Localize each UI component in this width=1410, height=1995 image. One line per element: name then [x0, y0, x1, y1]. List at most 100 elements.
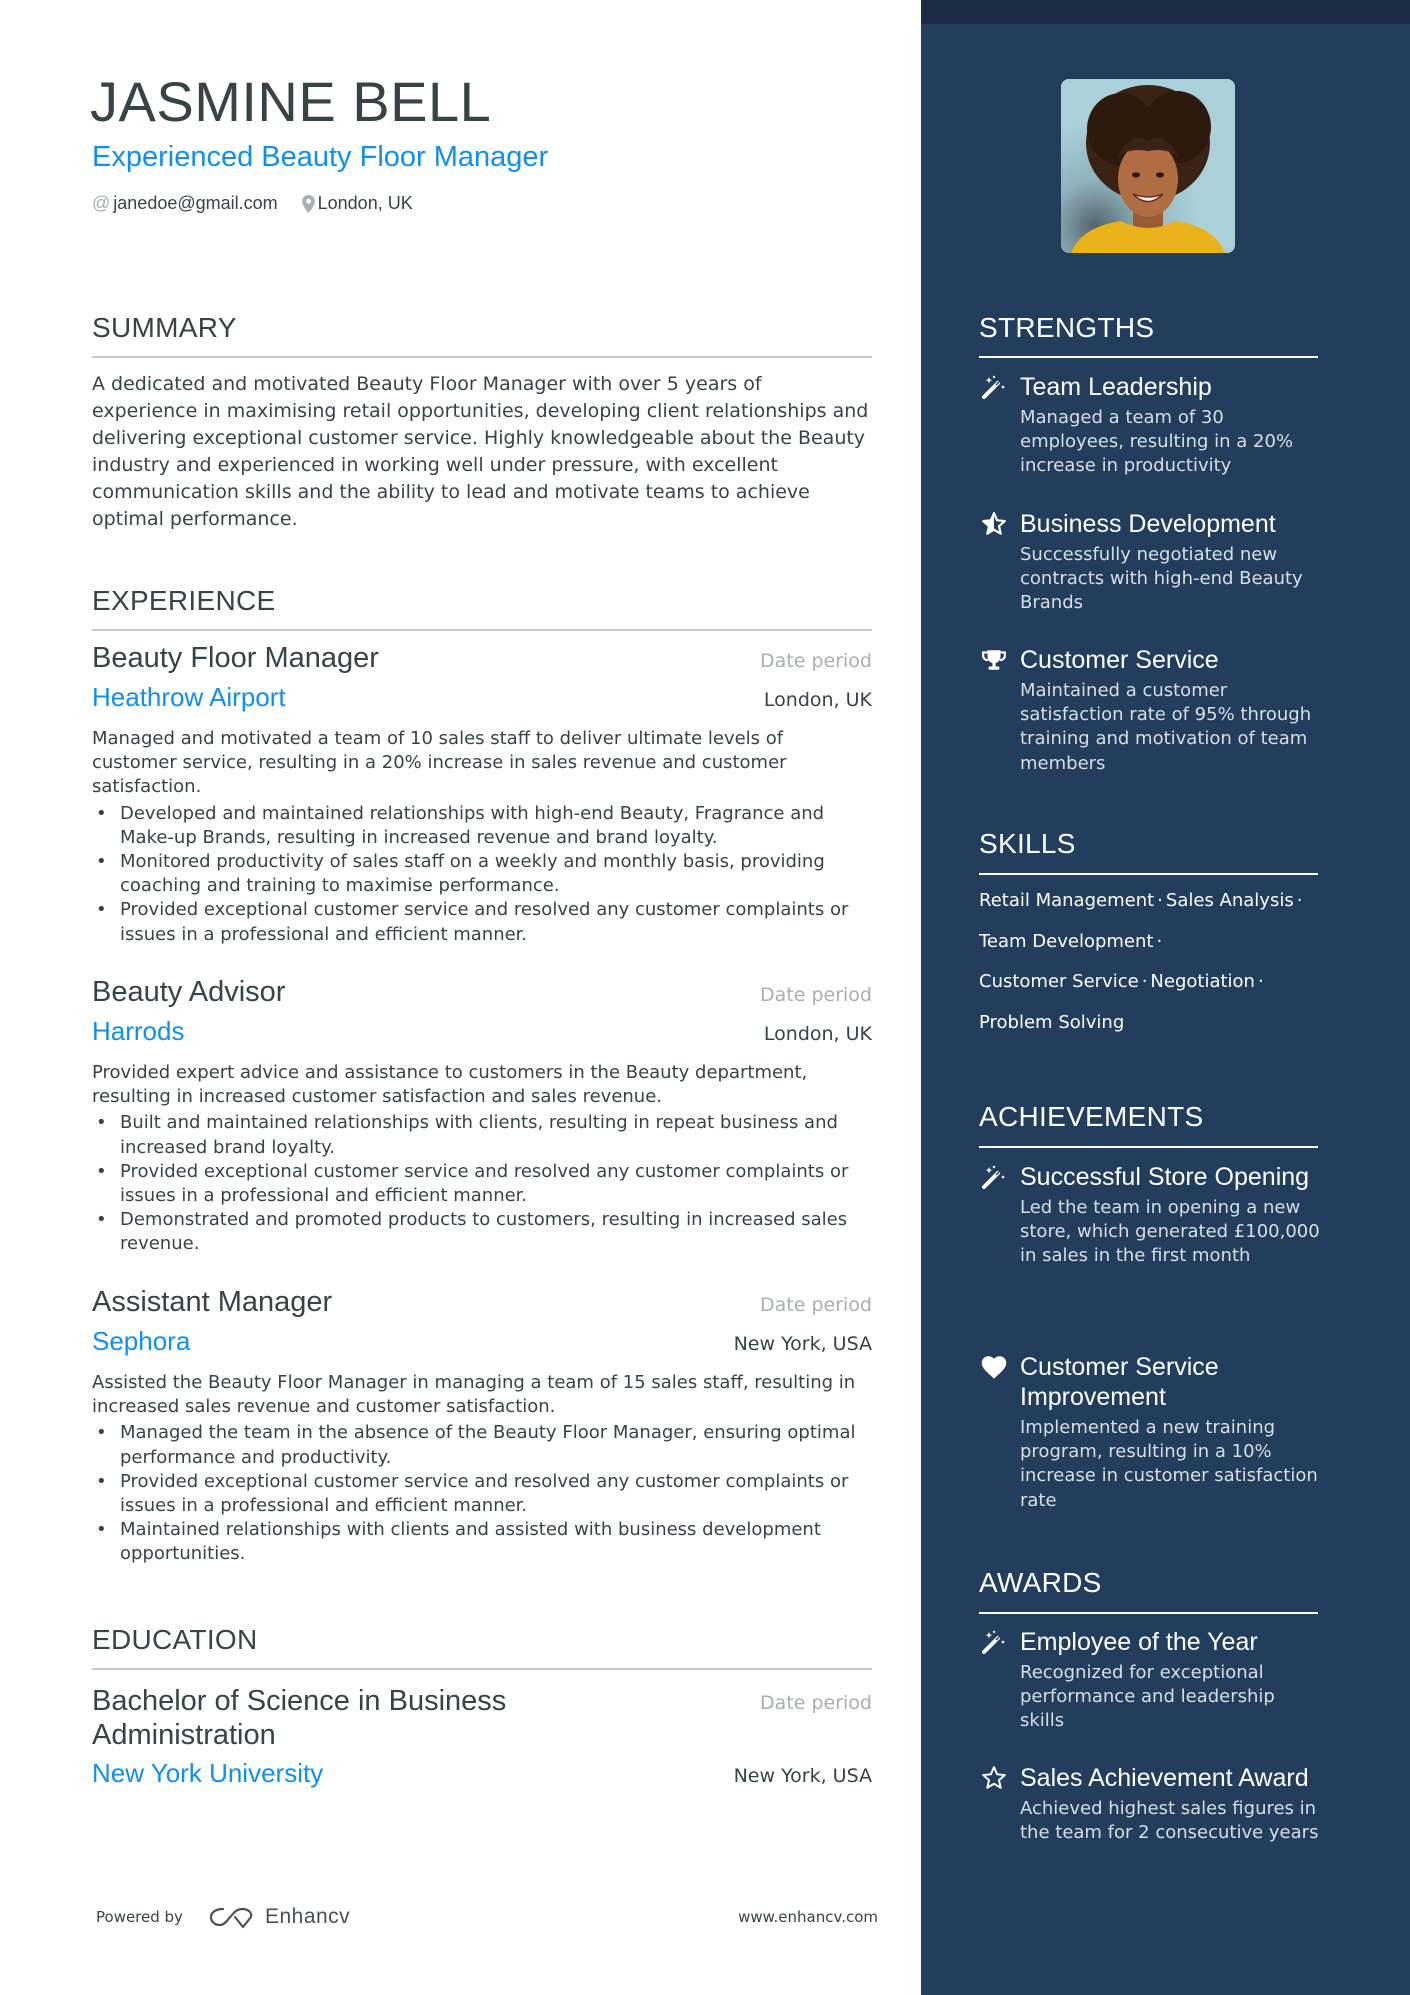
- award-item: Employee of the Year Recognized for exce…: [979, 1627, 1324, 1734]
- achievement-description: Led the team in opening a new store, whi…: [1020, 1197, 1320, 1267]
- job-date: Date period: [760, 650, 872, 672]
- strength-item: Customer Service Maintained a customer s…: [979, 645, 1324, 776]
- skill-tag: Team Development: [979, 930, 1154, 952]
- job-date: Date period: [760, 1294, 872, 1316]
- location-text: London, UK: [317, 193, 413, 213]
- skill-tag: Negotiation: [1150, 971, 1255, 993]
- strength-item: Team Leadership Managed a team of 30 emp…: [979, 372, 1324, 479]
- skills-heading: SKILLS: [979, 828, 1076, 859]
- job-company[interactable]: Heathrow Airport: [92, 682, 286, 713]
- awards-heading: AWARDS: [979, 1567, 1102, 1598]
- education-divider: [92, 1668, 872, 1670]
- award-title: Employee of the Year: [1020, 1628, 1258, 1656]
- education-date: Date period: [760, 1692, 872, 1714]
- skills-line: Problem Solving: [979, 1008, 1324, 1049]
- job-description: Managed and motivated a team of 10 sales…: [92, 728, 787, 798]
- job-location: New York, USA: [733, 1333, 872, 1355]
- profile-photo: [1061, 79, 1235, 253]
- skill-separator: ·: [1296, 890, 1303, 911]
- achievement-title: Customer Service Improvement: [1020, 1353, 1219, 1411]
- school-name[interactable]: New York University: [92, 1758, 323, 1789]
- awards-divider: [979, 1612, 1318, 1614]
- experience-heading: EXPERIENCE: [92, 585, 276, 616]
- experience-divider: [92, 629, 872, 631]
- job-bullet: Built and maintained relationships with …: [92, 1111, 872, 1159]
- job-company[interactable]: Sephora: [92, 1326, 190, 1357]
- skills-list: Retail Management · Sales Analysis · Team D…: [979, 886, 1324, 1049]
- achievement-item: Customer Service Improvement Implemented…: [979, 1352, 1324, 1513]
- main-column: JASMINE BELL Experienced Beauty Floor Ma…: [0, 0, 921, 1995]
- strength-description: Successfully negotiated new contracts wi…: [1020, 544, 1303, 614]
- achievement-description: Implemented a new training program, resu…: [1020, 1417, 1318, 1511]
- award-description: Achieved highest sales figures in the te…: [1020, 1798, 1319, 1844]
- contact-info: @ janedoe@gmail.com London, UK: [92, 193, 437, 214]
- job-description: Assisted the Beauty Floor Manager in man…: [92, 1372, 856, 1418]
- job-bullets: Built and maintained relationships with …: [92, 1111, 872, 1256]
- education-location: New York, USA: [733, 1765, 872, 1787]
- award-title: Sales Achievement Award: [1020, 1764, 1309, 1792]
- skill-separator: ·: [1141, 971, 1148, 993]
- strength-description: Managed a team of 30 employees, resultin…: [1020, 407, 1294, 477]
- experience-entry: Beauty Floor Manager Date period Heathro…: [92, 642, 872, 947]
- job-bullet: Provided exceptional customer service an…: [92, 1160, 872, 1208]
- job-location: London, UK: [763, 689, 872, 711]
- education-entry: Bachelor of Science in Business Administ…: [92, 1684, 872, 1789]
- magic-wand-icon: [979, 372, 1009, 402]
- sidebar-top-band: [921, 0, 1410, 24]
- job-description: Provided expert advice and assistance to…: [92, 1062, 808, 1108]
- job-title: Beauty Floor Manager: [92, 642, 379, 674]
- job-bullet: Demonstrated and promoted products to cu…: [92, 1208, 872, 1256]
- enhancv-logo-icon: [209, 1907, 253, 1929]
- job-bullets: Developed and maintained relationships w…: [92, 802, 872, 947]
- skills-line: Customer Service · Negotiation ·: [979, 967, 1324, 1008]
- map-pin-icon: [301, 194, 315, 213]
- degree-title: Bachelor of Science in Business Administ…: [92, 1685, 507, 1751]
- footer: Powered by Enhancv www.enhancv.com: [96, 1905, 878, 1929]
- skills-line: Retail Management · Sales Analysis ·: [979, 886, 1324, 927]
- skill-tag: Retail Management: [979, 890, 1155, 911]
- strength-title: Customer Service: [1020, 646, 1219, 674]
- candidate-name: JASMINE BELL: [90, 70, 492, 133]
- enhancv-logo-text: Enhancv: [264, 1905, 351, 1928]
- job-bullet: Developed and maintained relationships w…: [92, 802, 872, 850]
- summary-divider: [92, 356, 872, 358]
- award-item: Sales Achievement Award Achieved highest…: [979, 1763, 1324, 1845]
- skills-divider: [979, 873, 1318, 875]
- skill-tag: Sales Analysis: [1165, 890, 1294, 911]
- job-bullet: Managed the team in the absence of the B…: [92, 1421, 872, 1469]
- achievement-item: Successful Store Opening Led the team in…: [979, 1162, 1324, 1269]
- strength-description: Maintained a customer satisfaction rate …: [1020, 680, 1312, 774]
- candidate-title: Experienced Beauty Floor Manager: [92, 141, 549, 173]
- star-outline-icon: [979, 1763, 1009, 1793]
- contact-email[interactable]: @ janedoe@gmail.com: [92, 193, 278, 214]
- job-location: London, UK: [763, 1023, 872, 1045]
- achievements-heading: ACHIEVEMENTS: [979, 1101, 1204, 1132]
- job-company[interactable]: Harrods: [92, 1016, 184, 1047]
- job-bullet: Provided exceptional customer service an…: [92, 898, 872, 946]
- skill-tag: Problem Solving: [979, 1012, 1125, 1034]
- footer-url[interactable]: www.enhancv.com: [738, 1908, 878, 1926]
- skill-separator: ·: [1156, 930, 1163, 952]
- summary-text: A dedicated and motivated Beauty Floor M…: [92, 373, 869, 531]
- heart-icon: [979, 1352, 1009, 1382]
- job-bullet: Maintained relationships with clients an…: [92, 1518, 872, 1566]
- experience-entry: Beauty Advisor Date period Harrods Londo…: [92, 976, 872, 1257]
- award-description: Recognized for exceptional performance a…: [1020, 1662, 1275, 1732]
- magic-wand-icon: [979, 1627, 1009, 1657]
- at-icon: @: [92, 193, 111, 213]
- strength-title: Team Leadership: [1020, 373, 1212, 401]
- job-date: Date period: [760, 984, 872, 1006]
- achievement-title: Successful Store Opening: [1020, 1163, 1310, 1191]
- magic-wand-icon: [979, 1162, 1009, 1192]
- job-bullets: Managed the team in the absence of the B…: [92, 1421, 872, 1566]
- star-half-icon: [979, 509, 1009, 539]
- job-title: Assistant Manager: [92, 1286, 333, 1318]
- skill-tag: Customer Service: [979, 971, 1139, 993]
- contact-location: London, UK: [301, 193, 413, 214]
- skills-line: Team Development ·: [979, 927, 1324, 968]
- skill-separator: ·: [1157, 890, 1163, 911]
- job-bullet: Provided exceptional customer service an…: [92, 1470, 872, 1518]
- job-title: Beauty Advisor: [92, 976, 286, 1008]
- job-bullet: Monitored productivity of sales staff on…: [92, 850, 872, 898]
- enhancv-logo[interactable]: Enhancv: [209, 1905, 350, 1929]
